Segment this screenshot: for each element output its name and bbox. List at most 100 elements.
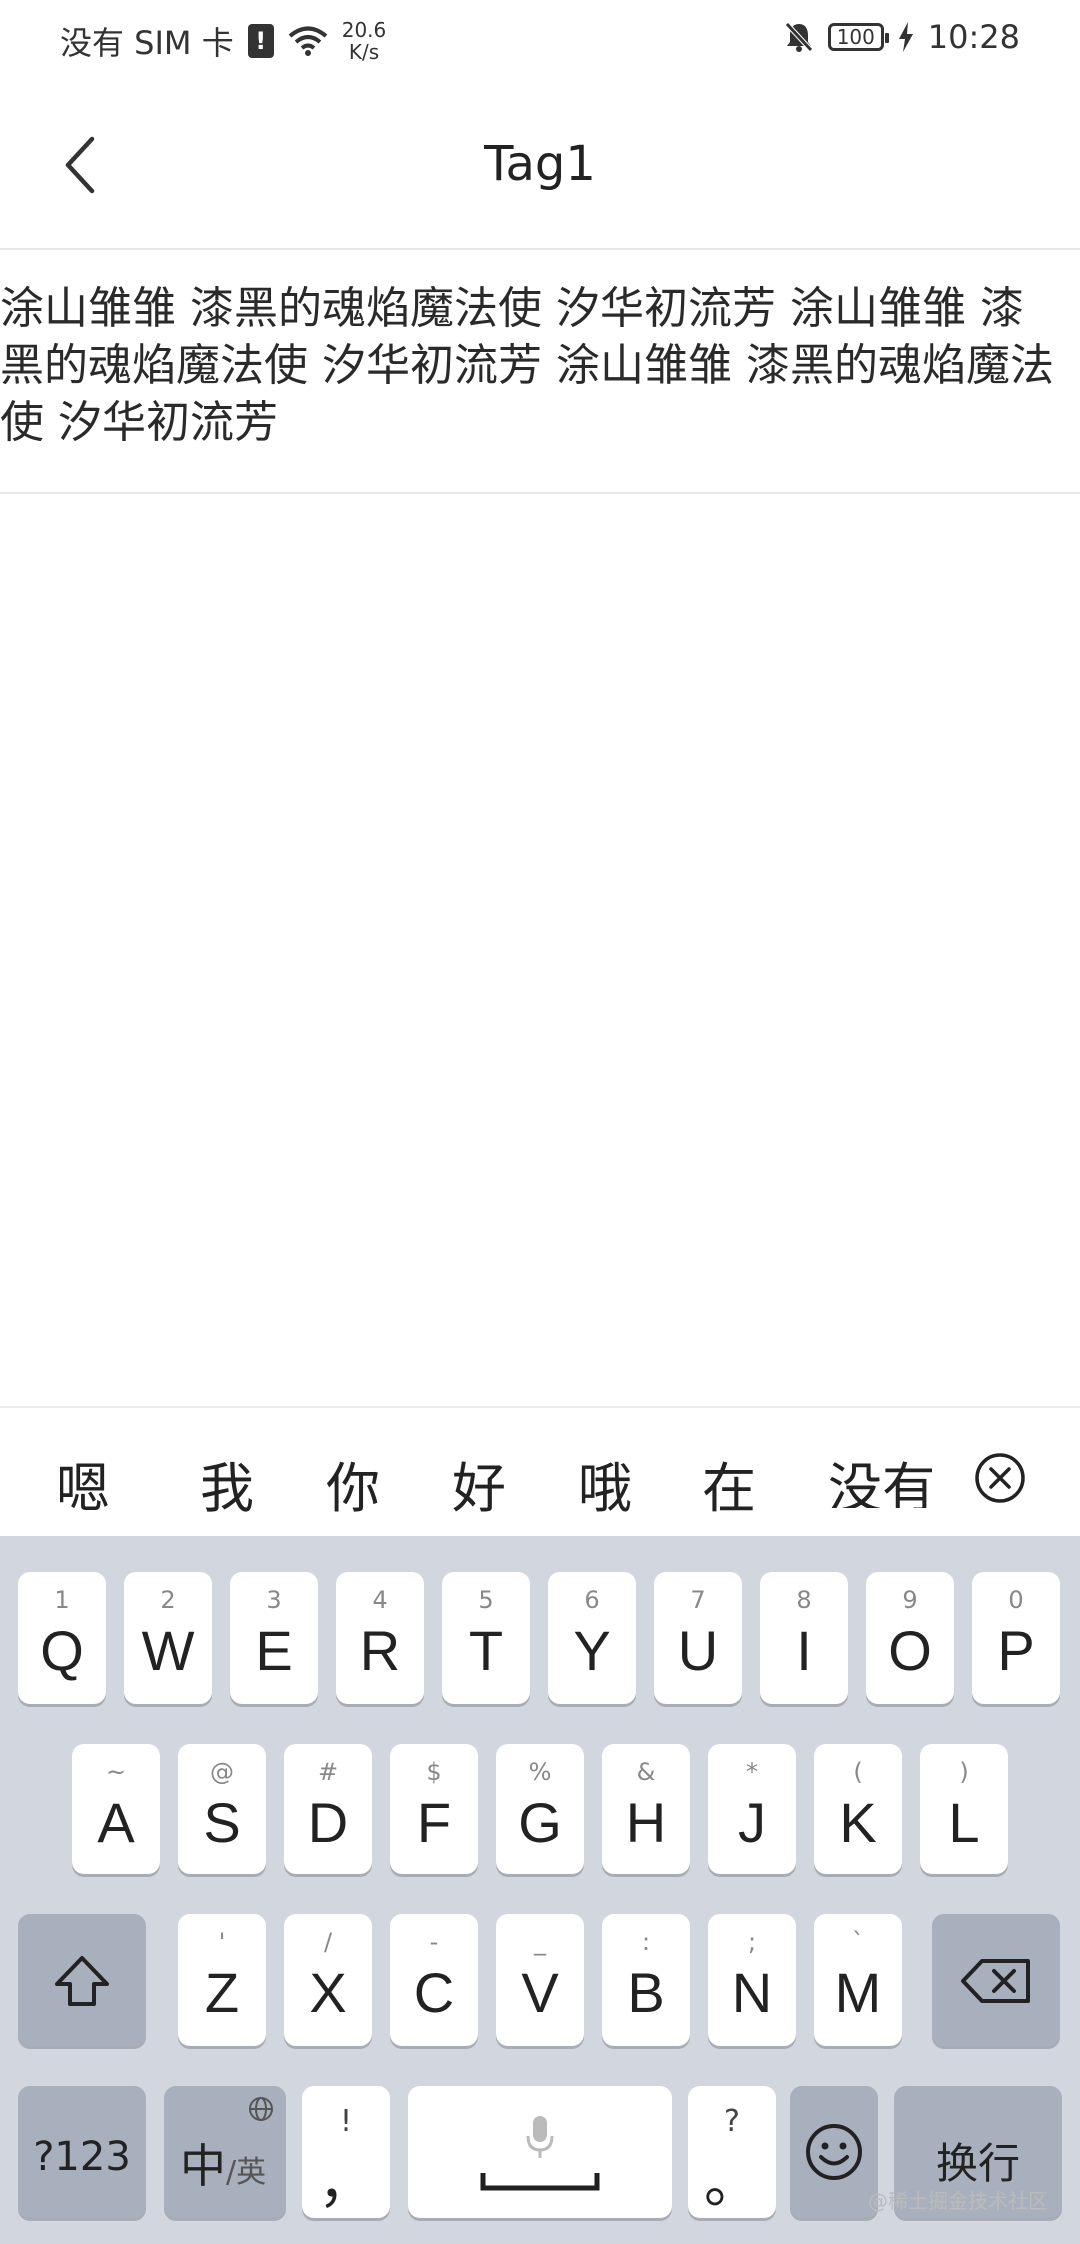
key-label: B xyxy=(627,1961,665,2024)
key-u[interactable]: 7U xyxy=(654,1572,742,1704)
backspace-key[interactable] xyxy=(932,1914,1060,2046)
key-n[interactable]: ; N xyxy=(708,1914,796,2046)
key-alt: ! xyxy=(339,2104,353,2139)
key-l[interactable]: ) L xyxy=(920,1744,1008,1874)
key-a[interactable]: ~ A xyxy=(72,1744,160,1874)
wifi-icon xyxy=(288,26,327,56)
key-d[interactable]: # D xyxy=(284,1744,372,1874)
key-alt: ` xyxy=(852,1928,864,1956)
clock-time: 10:28 xyxy=(927,18,1020,56)
key-m[interactable]: ` M xyxy=(814,1914,902,2046)
key-label: K xyxy=(839,1791,877,1854)
key-alt: % xyxy=(528,1758,552,1786)
candidate-word[interactable]: 在 xyxy=(702,1444,756,1523)
tag-content-text: 涂山雏雏 漆黑的魂焰魔法使 汐华初流芳 涂山雏雏 漆黑的魂焰魔法使 汐华初流芳 … xyxy=(0,283,1054,448)
key-label: C xyxy=(413,1961,455,2024)
key-alt: ' xyxy=(218,1928,226,1956)
key-alt: 1 xyxy=(54,1586,70,1614)
key-label: R xyxy=(359,1619,401,1682)
key-label: 。 xyxy=(704,2151,760,2214)
key-g[interactable]: % G xyxy=(496,1744,584,1874)
key-label: J xyxy=(738,1791,766,1854)
key-k[interactable]: (K xyxy=(814,1744,902,1874)
shift-key[interactable] xyxy=(18,1914,146,2046)
key-z[interactable]: ' Z xyxy=(178,1914,266,2046)
key-v[interactable]: _ V xyxy=(496,1914,584,2046)
key-alt: # xyxy=(317,1758,339,1786)
carrier-text: 没有 SIM 卡 xyxy=(60,24,234,62)
key-p[interactable]: 0P xyxy=(972,1572,1060,1704)
key-label: X xyxy=(309,1961,347,2024)
key-alt: - xyxy=(429,1928,439,1956)
emoji-icon xyxy=(806,2124,862,2180)
candidate-word[interactable]: 我 xyxy=(200,1444,254,1523)
key-label: N xyxy=(731,1961,773,2024)
battery-level: 100 xyxy=(836,25,875,49)
candidate-word-clipped[interactable]: 没有 xyxy=(828,1444,932,1508)
key-y[interactable]: 6Y xyxy=(548,1572,636,1704)
charging-icon xyxy=(898,22,913,52)
microphone-icon xyxy=(526,2116,554,2158)
key-w[interactable]: 2W xyxy=(124,1572,212,1704)
key-alt: / xyxy=(323,1928,333,1956)
symbols-key[interactable]: ?123 xyxy=(18,2086,146,2218)
candidate-word[interactable]: 你 xyxy=(326,1444,380,1523)
key-b[interactable]: :B xyxy=(602,1914,690,2046)
key-alt: ; xyxy=(747,1928,757,1956)
key-label: F xyxy=(416,1791,452,1854)
speed-unit: K/s xyxy=(348,40,380,64)
key-label: H xyxy=(625,1791,667,1854)
watermark: @稀土掘金技术社区 xyxy=(868,2189,1048,2213)
language-sub: /英 xyxy=(226,2155,267,2190)
status-right: 100 10:28 xyxy=(784,18,1020,56)
key-label: S xyxy=(203,1791,241,1854)
key-alt: 4 xyxy=(372,1586,388,1614)
period-key[interactable]: ?。 xyxy=(688,2086,776,2218)
key-label: A xyxy=(97,1791,135,1854)
tag-content: 涂山雏雏 漆黑的魂焰魔法使 汐华初流芳 涂山雏雏 漆黑的魂焰魔法使 汐华初流芳 … xyxy=(0,250,1080,494)
comma-key[interactable]: !， xyxy=(302,2086,390,2218)
key-s[interactable]: @ S xyxy=(178,1744,266,1874)
key-i[interactable]: 8I xyxy=(760,1572,848,1704)
key-label: U xyxy=(677,1619,719,1682)
candidate-word[interactable]: 哦 xyxy=(578,1444,632,1523)
close-candidates-icon[interactable] xyxy=(974,1452,1026,1504)
key-label: G xyxy=(518,1791,562,1854)
key-t[interactable]: 5T xyxy=(442,1572,530,1704)
key-x[interactable]: / X xyxy=(284,1914,372,2046)
key-alt: 6 xyxy=(584,1586,600,1614)
key-label: Q xyxy=(40,1619,84,1682)
globe-icon xyxy=(249,2097,273,2121)
key-r[interactable]: 4R xyxy=(336,1572,424,1704)
key-label: L xyxy=(948,1791,980,1854)
candidate-word[interactable]: 嗯 xyxy=(56,1444,110,1523)
space-key[interactable] xyxy=(408,2086,672,2218)
status-bar: 没有 SIM 卡 ! 20.6 K/s 100 10:28 xyxy=(0,0,1080,82)
key-o[interactable]: 9O xyxy=(866,1572,954,1704)
key-e[interactable]: 3E xyxy=(230,1572,318,1704)
key-alt: 7 xyxy=(690,1586,706,1614)
key-alt: ( xyxy=(853,1758,863,1786)
bell-muted-icon xyxy=(784,22,813,52)
battery-icon: 100 xyxy=(827,23,889,51)
key-j[interactable]: * J xyxy=(708,1744,796,1874)
key-alt: 5 xyxy=(478,1586,494,1614)
backspace-icon xyxy=(961,1959,1030,2003)
key-alt: 2 xyxy=(160,1586,176,1614)
key-c[interactable]: -C xyxy=(390,1914,478,2046)
key-h[interactable]: & H xyxy=(602,1744,690,1874)
app-bar: Tag1 xyxy=(0,82,1080,250)
key-alt: @ xyxy=(210,1758,234,1786)
key-label: I xyxy=(796,1619,812,1682)
key-q[interactable]: 1Q xyxy=(18,1572,106,1704)
language-key-label: 中/英 xyxy=(180,2130,286,2196)
key-f[interactable]: $ F xyxy=(390,1744,478,1874)
key-alt: & xyxy=(636,1758,656,1786)
emoji-key[interactable] xyxy=(790,2086,878,2218)
key-label: T xyxy=(468,1619,504,1682)
language-switch-key[interactable]: 中/英 xyxy=(164,2086,286,2218)
key-label: O xyxy=(888,1619,932,1682)
key-label: ， xyxy=(318,2151,374,2214)
key-alt: * xyxy=(746,1758,758,1786)
candidate-word[interactable]: 好 xyxy=(452,1444,506,1523)
